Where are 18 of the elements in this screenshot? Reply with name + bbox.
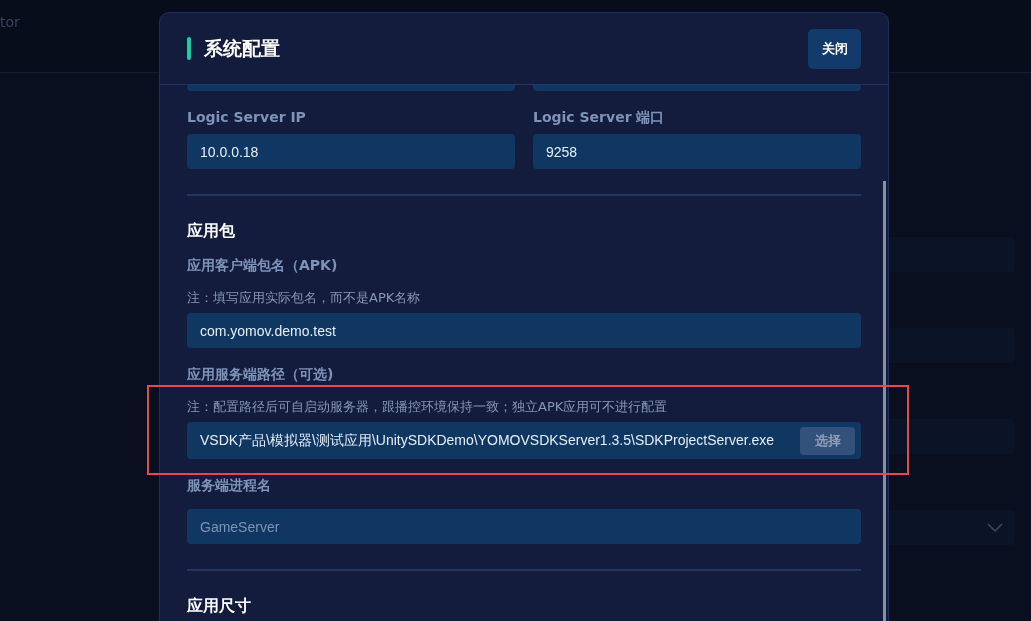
field-label: 应用服务端路径（可选) <box>187 365 335 383</box>
field-label: Logic Server IP <box>187 108 307 126</box>
field-label: Logic Server 端口 <box>533 108 666 126</box>
input-field[interactable]: 9258 <box>533 134 861 169</box>
chevron-down-icon <box>987 522 1003 533</box>
field-label: 服务端进程名 <box>187 476 272 494</box>
input-field[interactable]: com.yomov.demo.test <box>187 313 861 348</box>
field-label: 应用客户端包名（APK) <box>187 256 339 274</box>
close-button[interactable]: 关闭 <box>808 28 861 69</box>
field-note: 注：配置路径后可自启动服务器，跟播控环境保持一致；独立APK应用可不进行配置 <box>187 398 669 416</box>
section-title: 应用包 <box>187 221 236 242</box>
scrollbar[interactable] <box>883 181 886 621</box>
dialog-title: 系统配置 <box>204 35 280 61</box>
input-field[interactable]: 10.0.0.18 <box>187 134 515 169</box>
section-title: 应用尺寸 <box>187 596 252 617</box>
title-accent-bar <box>187 37 191 60</box>
field-note: 注：填写应用实际包名，而不是APK名称 <box>187 289 422 307</box>
header-text: tor <box>0 14 20 30</box>
